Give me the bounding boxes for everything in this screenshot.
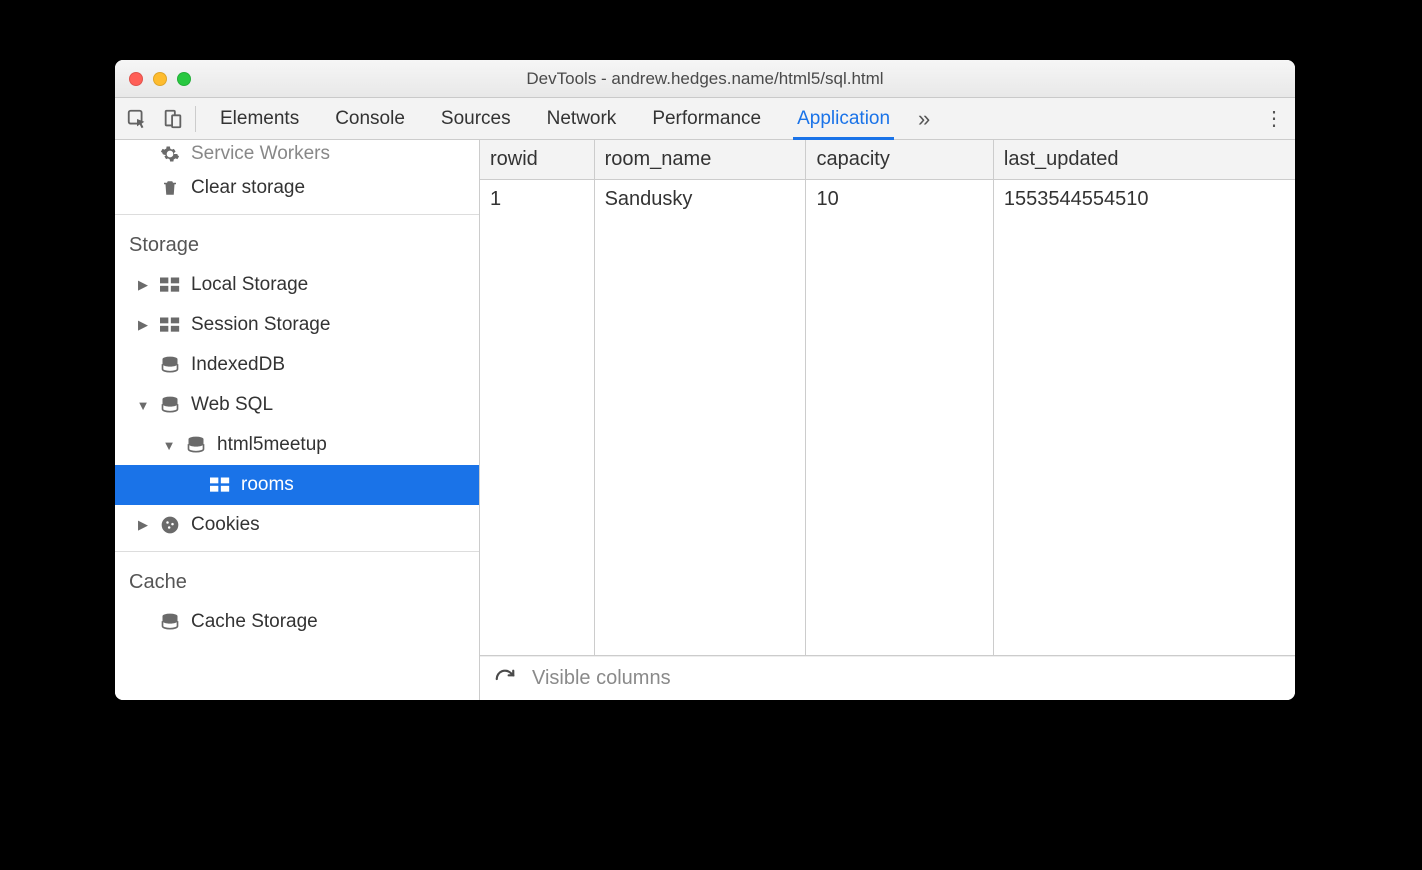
cell: 1553544554510 bbox=[993, 180, 1295, 220]
table-footer bbox=[480, 656, 1295, 700]
column-header[interactable]: last_updated bbox=[993, 140, 1295, 180]
grid-icon bbox=[209, 477, 231, 493]
divider bbox=[195, 106, 196, 132]
sidebar-item-label: Session Storage bbox=[191, 314, 330, 336]
chevron-down-icon: ▼ bbox=[137, 398, 149, 413]
more-tabs-icon[interactable]: » bbox=[918, 106, 930, 132]
sidebar-item-label: Service Workers bbox=[191, 143, 330, 165]
table-header-row: rowid room_name capacity last_updated bbox=[480, 140, 1295, 180]
divider bbox=[115, 214, 479, 215]
sidebar-item-session-storage[interactable]: ▶ Session Storage bbox=[115, 305, 479, 345]
sidebar-item-service-workers[interactable]: Service Workers bbox=[115, 140, 479, 168]
table-row[interactable]: 1 Sandusky 10 1553544554510 bbox=[480, 180, 1295, 220]
section-label: Storage bbox=[129, 234, 199, 257]
data-table: rowid room_name capacity last_updated 1 … bbox=[480, 140, 1295, 655]
content: Service Workers Clear storage Storage ▶ … bbox=[115, 140, 1295, 700]
titlebar: DevTools - andrew.hedges.name/html5/sql.… bbox=[115, 60, 1295, 98]
window-title: DevTools - andrew.hedges.name/html5/sql.… bbox=[115, 69, 1295, 89]
chevron-right-icon: ▶ bbox=[137, 317, 149, 333]
sidebar-item-label: html5meetup bbox=[217, 434, 327, 456]
tab-console[interactable]: Console bbox=[335, 98, 405, 139]
refresh-icon[interactable] bbox=[494, 668, 516, 690]
sidebar-item-local-storage[interactable]: ▶ Local Storage bbox=[115, 265, 479, 305]
grid-icon bbox=[159, 317, 181, 333]
sidebar-item-label: Cookies bbox=[191, 514, 260, 536]
window-controls bbox=[129, 72, 191, 86]
database-icon bbox=[159, 612, 181, 632]
inspect-element-icon[interactable] bbox=[119, 108, 155, 130]
database-icon bbox=[185, 435, 207, 455]
close-window-icon[interactable] bbox=[129, 72, 143, 86]
tab-application[interactable]: Application bbox=[797, 98, 890, 139]
column-header[interactable]: capacity bbox=[806, 140, 993, 180]
minimize-window-icon[interactable] bbox=[153, 72, 167, 86]
devtools-tabbar: Elements Console Sources Network Perform… bbox=[115, 98, 1295, 140]
grid-icon bbox=[159, 277, 181, 293]
sidebar-item-table-rooms[interactable]: rooms bbox=[115, 465, 479, 505]
database-icon bbox=[159, 355, 181, 375]
sidebar-item-label: IndexedDB bbox=[191, 354, 285, 376]
chevron-right-icon: ▶ bbox=[137, 277, 149, 293]
table-scroll[interactable]: rowid room_name capacity last_updated 1 … bbox=[480, 140, 1295, 656]
gear-icon bbox=[159, 144, 181, 164]
database-icon bbox=[159, 395, 181, 415]
chevron-down-icon: ▼ bbox=[163, 438, 175, 453]
sidebar-item-cookies[interactable]: ▶ Cookies bbox=[115, 505, 479, 545]
cookie-icon bbox=[159, 515, 181, 535]
chevron-right-icon: ▶ bbox=[137, 517, 149, 533]
tab-elements[interactable]: Elements bbox=[220, 98, 299, 139]
device-toolbar-icon[interactable] bbox=[155, 108, 191, 130]
divider bbox=[115, 551, 479, 552]
sidebar-item-label: rooms bbox=[241, 474, 294, 496]
zoom-window-icon[interactable] bbox=[177, 72, 191, 86]
cell: 1 bbox=[480, 180, 594, 220]
sidebar-section-cache: Cache bbox=[115, 562, 479, 602]
sidebar-item-label: Web SQL bbox=[191, 394, 273, 416]
sidebar-item-database[interactable]: ▼ html5meetup bbox=[115, 425, 479, 465]
table-empty-space bbox=[480, 219, 1295, 655]
trash-icon bbox=[159, 178, 181, 198]
table-panel: rowid room_name capacity last_updated 1 … bbox=[480, 140, 1295, 700]
sidebar-item-clear-storage[interactable]: Clear storage bbox=[115, 168, 479, 208]
sidebar-item-label: Clear storage bbox=[191, 177, 305, 199]
tab-performance[interactable]: Performance bbox=[652, 98, 761, 139]
settings-menu-icon[interactable]: ⋮ bbox=[1261, 106, 1287, 131]
sidebar-item-cache-storage[interactable]: Cache Storage bbox=[115, 602, 479, 642]
sidebar-item-websql[interactable]: ▼ Web SQL bbox=[115, 385, 479, 425]
sidebar-item-label: Cache Storage bbox=[191, 611, 318, 633]
sidebar-item-label: Local Storage bbox=[191, 274, 308, 296]
tab-sources[interactable]: Sources bbox=[441, 98, 511, 139]
column-header[interactable]: room_name bbox=[594, 140, 806, 180]
visible-columns-input[interactable] bbox=[532, 667, 1281, 690]
panel-tabs: Elements Console Sources Network Perform… bbox=[220, 98, 890, 139]
sidebar-item-indexeddb[interactable]: IndexedDB bbox=[115, 345, 479, 385]
column-header[interactable]: rowid bbox=[480, 140, 594, 180]
section-label: Cache bbox=[129, 571, 187, 594]
cell: 10 bbox=[806, 180, 993, 220]
tab-network[interactable]: Network bbox=[547, 98, 617, 139]
devtools-window: DevTools - andrew.hedges.name/html5/sql.… bbox=[115, 60, 1295, 700]
application-sidebar: Service Workers Clear storage Storage ▶ … bbox=[115, 140, 480, 700]
sidebar-section-storage: Storage bbox=[115, 225, 479, 265]
cell: Sandusky bbox=[594, 180, 806, 220]
